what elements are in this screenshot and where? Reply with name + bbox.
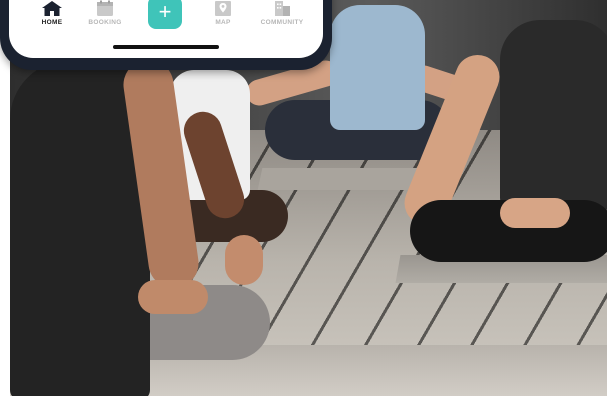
photo-person <box>225 235 263 285</box>
map-icon <box>215 1 231 16</box>
phone-mockup: HOME BOOKING + MAP COMMUNITY <box>0 0 332 70</box>
tab-booking[interactable]: BOOKING <box>70 0 140 32</box>
photo-person <box>330 5 425 130</box>
add-button[interactable]: + <box>148 0 182 29</box>
tab-community[interactable]: COMMUNITY <box>247 0 317 32</box>
plus-icon: + <box>158 0 172 24</box>
phone-screen: HOME BOOKING + MAP COMMUNITY <box>9 0 323 58</box>
home-indicator <box>113 45 219 49</box>
photo-yoga-mat <box>257 168 433 190</box>
buildings-icon <box>275 1 290 16</box>
photo-person <box>500 198 570 228</box>
photo-person <box>500 20 607 210</box>
tab-community-label: COMMUNITY <box>260 19 304 26</box>
bottom-tab-bar: HOME BOOKING + MAP COMMUNITY <box>9 0 323 44</box>
house-icon <box>42 1 62 16</box>
photo-person <box>138 280 208 314</box>
calendar-icon <box>97 0 113 16</box>
tab-booking-label: BOOKING <box>88 19 122 26</box>
